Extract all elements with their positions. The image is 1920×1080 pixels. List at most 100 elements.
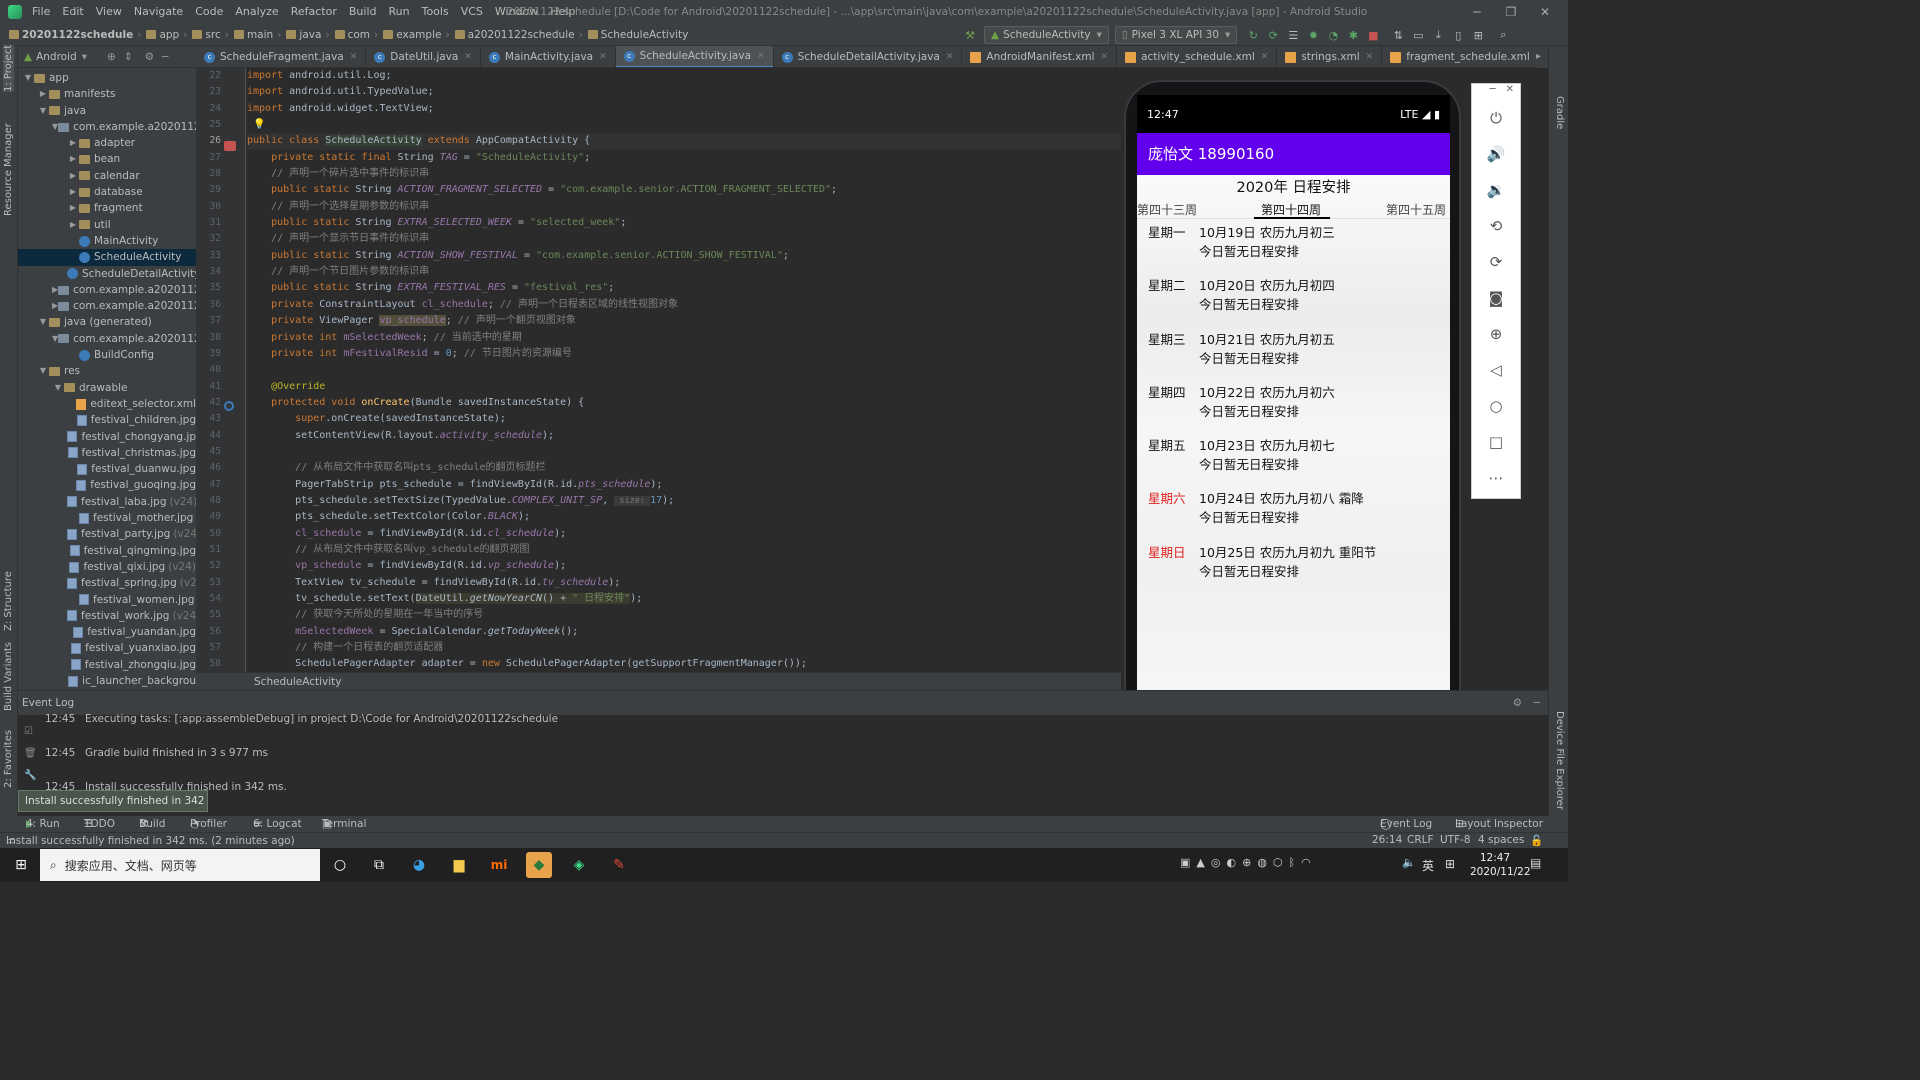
close-icon[interactable]: ✕	[1522, 0, 1568, 24]
tree-item[interactable]: ▶ adapter	[18, 135, 196, 151]
tree-item[interactable]: ScheduleDetailActivity	[18, 266, 196, 282]
menu-run[interactable]: Run	[383, 0, 416, 24]
editor-tab[interactable]: c ScheduleFragment.java ✕	[196, 46, 367, 67]
tree-item[interactable]: festival_zhongqiu.jpg	[18, 657, 196, 673]
close-tab-icon[interactable]: ✕	[464, 52, 472, 62]
hide-icon[interactable]: ─	[162, 51, 168, 63]
favorites-tab[interactable]: 2: Favorites	[3, 730, 14, 788]
close-tab-icon[interactable]: ✕	[946, 52, 954, 62]
trash-icon[interactable]: 🗑	[24, 743, 37, 765]
caret-position[interactable]: 26:14	[1372, 834, 1402, 846]
zoom-icon[interactable]: ⊕	[1472, 316, 1520, 352]
indent-setting[interactable]: 4 spaces	[1478, 834, 1524, 846]
editor-tab[interactable]: activity_schedule.xml ✕	[1117, 46, 1278, 67]
tree-item[interactable]: MainActivity	[18, 233, 196, 249]
chevron-down-icon[interactable]: ▼	[37, 363, 49, 379]
chevron-right-icon[interactable]: ▶	[67, 168, 79, 184]
menu-view[interactable]: View	[90, 0, 128, 24]
breadcrumb-item[interactable]: ScheduleActivity	[583, 29, 688, 41]
day-row[interactable]: 星期日 10月25日 农历九月初九 重阳节 今日暂无日程安排	[1137, 539, 1450, 592]
chevron-down-icon[interactable]: ▾	[82, 51, 87, 63]
edge-icon[interactable]: ◕	[406, 852, 432, 878]
chevron-down-icon[interactable]: ▼	[37, 314, 49, 330]
sdk-manager-icon[interactable]: ⤓	[1431, 28, 1445, 42]
tree-item[interactable]: ▼ com.example.a20201122	[18, 331, 196, 347]
tree-item[interactable]: festival_women.jpg	[18, 592, 196, 608]
tree-item[interactable]: ▶ com.example.a20201122	[18, 298, 196, 314]
gear-icon[interactable]: ⚙	[145, 51, 154, 63]
overview-icon[interactable]: □	[1472, 424, 1520, 460]
back-icon[interactable]: ◁	[1472, 352, 1520, 388]
breadcrumb-item[interactable]: app ›	[141, 29, 187, 41]
tree-item[interactable]: ▼ res	[18, 363, 196, 379]
day-row[interactable]: 星期六 10月24日 农历九月初八 霜降 今日暂无日程安排	[1137, 485, 1450, 538]
editor-tab[interactable]: c DateUtil.java ✕	[366, 46, 481, 67]
task-view-icon[interactable]: ⧉	[366, 852, 392, 878]
collapse-icon[interactable]: ⇕	[124, 51, 133, 63]
breadcrumb-item[interactable]: main ›	[229, 29, 281, 41]
tree-item[interactable]: BuildConfig	[18, 347, 196, 363]
tree-item[interactable]: ▶ manifests	[18, 86, 196, 102]
structure-tab[interactable]: Z: Structure	[3, 571, 14, 631]
tree-item[interactable]: festival_laba.jpg (v24)	[18, 494, 196, 510]
tray-icon[interactable]: ▣	[1180, 856, 1190, 874]
android-studio-taskbar-icon[interactable]: ◆	[526, 852, 552, 878]
menu-tools[interactable]: Tools	[416, 0, 455, 24]
close-tab-icon[interactable]: ✕	[350, 52, 358, 62]
wrench-icon[interactable]: 🔧	[24, 765, 37, 787]
chevron-right-icon[interactable]: ▶	[67, 184, 79, 200]
build-variants-tab[interactable]: Build Variants	[3, 642, 14, 711]
tree-item[interactable]: festival_yuandan.jpg	[18, 624, 196, 640]
windows-start-icon[interactable]: ⊞	[8, 852, 34, 878]
tree-item[interactable]: festival_chongyang.jp	[18, 429, 196, 445]
chevron-down-icon[interactable]: ▼	[52, 380, 64, 396]
editor-tab[interactable]: c ScheduleActivity.java ✕	[615, 46, 774, 67]
menu-refactor[interactable]: Refactor	[285, 0, 343, 24]
code-editor[interactable]: import android.util.Log; import android.…	[247, 68, 1121, 672]
tree-item[interactable]: festival_qixi.jpg (v24)	[18, 559, 196, 575]
taskbar-search[interactable]: ⌕ 搜索应用、文档、网页等	[40, 849, 320, 881]
run-config-select[interactable]: ▲ ScheduleActivity ▾	[984, 26, 1109, 44]
resource-manager-tab[interactable]: Resource Manager	[3, 123, 14, 216]
lock-icon[interactable]: 🔓	[1530, 834, 1543, 847]
tree-item[interactable]: ▼ app	[18, 70, 196, 86]
locate-icon[interactable]: ⊕	[107, 51, 116, 63]
more-icon[interactable]: ⋯	[1472, 460, 1520, 496]
menu-navigate[interactable]: Navigate	[128, 0, 189, 24]
bluetooth-icon[interactable]: ᛒ	[1289, 856, 1296, 874]
close-tab-icon[interactable]: ✕	[757, 51, 765, 61]
tray-icon[interactable]: ◍	[1257, 856, 1267, 874]
tree-item[interactable]: ▼ java	[18, 103, 196, 119]
day-row[interactable]: 星期一 10月19日 农历九月初三 今日暂无日程安排	[1137, 219, 1450, 272]
tree-item[interactable]: festival_qingming.jpg	[18, 543, 196, 559]
wifi-icon[interactable]: ◠	[1301, 856, 1311, 874]
mark-read-icon[interactable]: ☑	[24, 721, 37, 743]
breadcrumb-item[interactable]: example ›	[378, 29, 450, 41]
rotate-right-icon[interactable]: ⟳	[1472, 244, 1520, 280]
profile-icon[interactable]: ◔	[1326, 28, 1340, 42]
chevron-down-icon[interactable]: ▼	[37, 103, 49, 119]
menu-build[interactable]: Build	[343, 0, 383, 24]
chevron-right-icon[interactable]: ▶	[67, 135, 79, 151]
menu-code[interactable]: Code	[189, 0, 229, 24]
breadcrumb-item[interactable]: java ›	[281, 29, 330, 41]
system-tray[interactable]: ▣ ▲ ◎ ◐ ⊕ ◍ ⬡ ᛒ ◠	[1180, 856, 1330, 874]
project-view-select[interactable]: Android	[36, 51, 77, 63]
file-explorer-icon[interactable]: ▆	[446, 852, 472, 878]
chevron-down-icon[interactable]: ▼	[22, 70, 34, 86]
tree-item[interactable]: festival_mother.jpg	[18, 510, 196, 526]
file-encoding[interactable]: UTF-8	[1440, 834, 1471, 846]
week-tab-next[interactable]: 第四十五周	[1386, 201, 1446, 218]
notification-icon[interactable]: ▤	[1530, 856, 1541, 870]
gradle-tab[interactable]: Gradle	[1554, 96, 1565, 129]
app-icon[interactable]: ◈	[566, 852, 592, 878]
device-select[interactable]: ▯ Pixel 3 XL API 30 ▾	[1114, 26, 1238, 44]
project-tool-tab[interactable]: 1: Project	[3, 44, 14, 92]
menu-vcs[interactable]: VCS	[455, 0, 489, 24]
volume-icon[interactable]: 🔈	[1402, 856, 1416, 869]
tab-overflow-icon[interactable]: ▸	[1536, 46, 1548, 68]
chevron-right-icon[interactable]: ▶	[37, 86, 49, 102]
volume-up-icon[interactable]: 🔊	[1472, 136, 1520, 172]
line-separator[interactable]: CRLF	[1407, 834, 1434, 846]
close-tab-icon[interactable]: ✕	[1261, 52, 1269, 62]
